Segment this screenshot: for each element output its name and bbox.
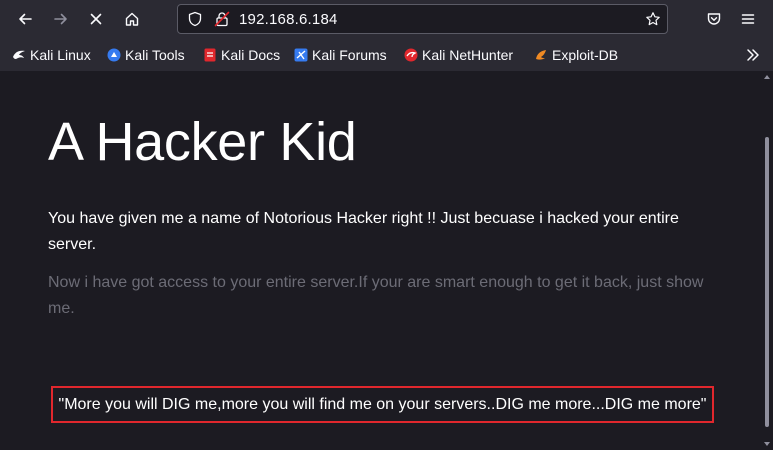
insecure-lock-icon[interactable] [214, 11, 230, 27]
browser-toolbar: 192.168.6.184 [0, 0, 773, 39]
kali-forums-icon [294, 48, 308, 62]
close-icon [90, 13, 102, 25]
hamburger-menu-icon [741, 14, 755, 24]
star-icon[interactable] [645, 11, 661, 27]
bookmark-label: Kali Forums [312, 47, 387, 63]
bookmark-kali-forums[interactable]: Kali Forums [294, 46, 387, 64]
url-bar[interactable]: 192.168.6.184 [177, 4, 668, 34]
url-text[interactable]: 192.168.6.184 [239, 11, 338, 28]
forward-button[interactable] [46, 4, 76, 34]
bookmark-kali-nethunter[interactable]: Kali NetHunter [404, 46, 513, 64]
quote-text: "More you will DIG me,more you will find… [58, 395, 707, 413]
scroll-down-arrow-icon[interactable] [764, 442, 770, 446]
bookmark-label: Kali Tools [125, 47, 185, 63]
kali-nethunter-icon [404, 48, 418, 62]
kali-docs-icon [204, 48, 216, 62]
scroll-up-arrow-icon[interactable] [764, 75, 770, 79]
bookmark-kali-docs[interactable]: Kali Docs [203, 46, 280, 64]
muted-paragraph: Now i have got access to your entire ser… [48, 274, 704, 317]
page-scrollbar[interactable] [761, 71, 773, 450]
arrow-left-icon [19, 13, 32, 25]
scrollbar-thumb[interactable] [765, 137, 769, 427]
menu-button[interactable] [733, 4, 763, 34]
back-button[interactable] [10, 4, 40, 34]
kali-tools-icon [107, 48, 121, 62]
bookmarks-toolbar: Kali Linux Kali Tools Kali Docs Kali For… [0, 39, 773, 71]
lead-paragraph: You have given me a name of Notorious Ha… [48, 210, 679, 253]
shield-icon[interactable] [187, 11, 203, 27]
arrow-right-icon [54, 13, 67, 25]
stop-button[interactable] [81, 4, 111, 34]
bookmark-label: Kali NetHunter [422, 47, 514, 63]
home-icon [125, 12, 139, 26]
exploit-db-icon [536, 50, 546, 60]
page-title: A Hacker Kid [48, 112, 357, 172]
bookmark-label: Kali Linux [30, 47, 91, 63]
bookmark-kali-tools[interactable]: Kali Tools [107, 46, 185, 64]
highlighted-quote: "More you will DIG me,more you will find… [51, 386, 714, 423]
bookmark-label: Exploit-DB [552, 47, 619, 63]
chevron-double-right-icon[interactable] [744, 46, 762, 64]
home-button[interactable] [117, 4, 147, 34]
bookmark-exploit-db[interactable]: Exploit-DB [534, 46, 618, 64]
bookmark-label: Kali Docs [221, 47, 281, 63]
kali-dragon-icon [13, 50, 25, 59]
pocket-icon [707, 13, 721, 25]
pocket-button[interactable] [699, 4, 729, 34]
bookmark-kali-linux[interactable]: Kali Linux [12, 46, 91, 64]
